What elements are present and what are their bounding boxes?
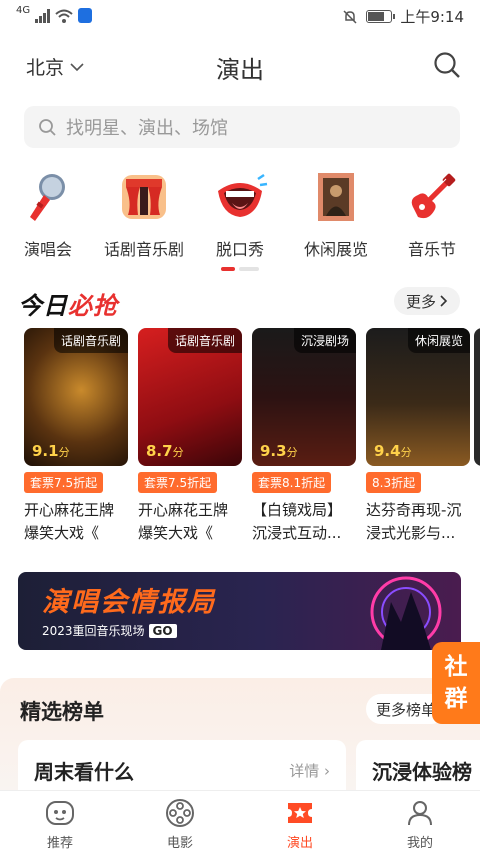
- tab-label: 推荐: [46, 836, 73, 851]
- search-field-icon: [39, 119, 56, 136]
- promo-banner[interactable]: 演唱会情报局 2023重回音乐现场 GO: [18, 572, 461, 650]
- deal-tag: 话剧音乐剧: [53, 328, 128, 353]
- film-reel-icon: [163, 797, 197, 829]
- shield-icon: [78, 8, 93, 23]
- deal-tag: 话剧音乐剧: [167, 328, 242, 353]
- deal-tag: 休闲展览: [407, 328, 470, 353]
- laughing-mouth-icon: [211, 168, 269, 226]
- category-concert[interactable]: 演唱会: [4, 168, 92, 260]
- category-label: 音乐节: [407, 240, 456, 259]
- deal-score: 9.1分: [32, 442, 70, 460]
- deal-title: 开心麻花王牌 爆笑大戏《: [24, 501, 115, 542]
- deal-badge: 套票7.5折起: [24, 472, 104, 493]
- deals-header: 今日必抢 更多: [18, 286, 466, 320]
- deal-title: 达芬奇再现-沉 浸式光影与...: [366, 501, 462, 542]
- wifi-icon: [55, 9, 73, 23]
- category-row: 演唱会 话剧音乐剧 脱口秀 休闲展览 音乐节: [0, 168, 480, 264]
- tab-show[interactable]: 演出: [260, 797, 340, 851]
- ticket-icon: [283, 797, 317, 829]
- category-talkshow[interactable]: 脱口秀: [196, 168, 284, 260]
- tab-label: 电影: [166, 836, 193, 851]
- network-type: 4G: [16, 5, 31, 16]
- community-label: 社: [444, 654, 468, 680]
- electric-guitar-icon: [403, 168, 461, 226]
- deal-card[interactable]: 话剧音乐剧 9.1分 套票7.5折起 开心麻花王牌 爆笑大戏《: [24, 328, 128, 545]
- search-input[interactable]: 找明星、演出、场馆: [24, 106, 460, 148]
- deal-badge: 套票7.5折起: [138, 472, 218, 493]
- tab-label: 演出: [286, 836, 313, 851]
- ranking-card-detail[interactable]: 详情 ›: [289, 760, 330, 781]
- deals-more-button[interactable]: 更多: [393, 287, 460, 315]
- page-title: 演出: [216, 56, 264, 84]
- chevron-right-icon: [440, 295, 448, 307]
- top-header: 北京 演出: [0, 34, 480, 96]
- deal-cards: 话剧音乐剧 9.1分 套票7.5折起 开心麻花王牌 爆笑大戏《 话剧音乐剧 8.7…: [24, 328, 480, 548]
- signal-icon: [35, 8, 51, 23]
- category-label: 话剧音乐剧: [103, 240, 184, 259]
- banner-subtitle: 2023重回音乐现场: [42, 624, 145, 638]
- category-drama[interactable]: 话剧音乐剧: [100, 168, 188, 260]
- search-icon[interactable]: [432, 50, 462, 80]
- deal-title: 开心麻花王牌 爆笑大戏《: [138, 501, 229, 542]
- deal-card[interactable]: 休闲展览 9.4分 8.3折起 达芬奇再现-沉 浸式光影与...: [366, 328, 470, 545]
- more-label: 更多: [405, 292, 436, 311]
- category-music-festival[interactable]: 音乐节: [388, 168, 476, 260]
- tab-label: 我的: [406, 836, 433, 851]
- deals-logo: 今日必抢: [18, 292, 118, 320]
- deal-poster: 话剧音乐剧 9.1分: [24, 328, 128, 466]
- tab-movie[interactable]: 电影: [140, 797, 220, 851]
- app-screen: 4G 上午9:14 北京 演出 找明星、演出、场馆 演唱会 话剧音乐剧 脱口秀 …: [0, 0, 480, 853]
- deal-score: 9.4分: [374, 442, 412, 460]
- deal-poster: 话剧音乐剧 8.7分: [138, 328, 242, 466]
- deal-poster: 沉浸剧场 9.3分: [252, 328, 356, 466]
- deal-score: 8.7分: [146, 442, 184, 460]
- painting-frame-icon: [307, 168, 365, 226]
- category-label: 脱口秀: [215, 240, 264, 259]
- community-label: 群: [444, 686, 468, 712]
- deal-card-partial[interactable]: [474, 328, 480, 466]
- status-left: 4G: [16, 5, 93, 23]
- ranking-title: 精选榜单: [20, 700, 104, 724]
- deal-card[interactable]: 沉浸剧场 9.3分 套票8.1折起 【白镜戏局】 沉浸式互动...: [252, 328, 356, 545]
- microphone-icon: [19, 168, 77, 226]
- tab-recommend[interactable]: 推荐: [20, 797, 100, 851]
- theater-curtain-icon: [115, 168, 173, 226]
- category-page-indicator: [221, 267, 259, 271]
- banner-art: [370, 576, 442, 650]
- person-icon: [403, 797, 437, 829]
- deal-score: 9.3分: [260, 442, 298, 460]
- mute-bell-icon: [343, 9, 357, 24]
- banner-title: 演唱会情报局: [42, 587, 216, 618]
- deal-tag: 沉浸剧场: [293, 328, 356, 353]
- banner-subtitle-row: 2023重回音乐现场 GO: [42, 622, 177, 639]
- community-floating-button[interactable]: 社 群: [432, 642, 480, 724]
- status-bar: 4G 上午9:14: [0, 0, 480, 34]
- tab-mine[interactable]: 我的: [380, 797, 460, 851]
- category-label: 演唱会: [23, 240, 72, 259]
- deal-badge: 套票8.1折起: [252, 472, 332, 493]
- deal-poster: 休闲展览 9.4分: [366, 328, 470, 466]
- clock: 上午9:14: [400, 8, 464, 26]
- deal-badge: 8.3折起: [366, 472, 422, 493]
- ranking-card-title: 周末看什么: [34, 760, 134, 784]
- battery-icon: [366, 10, 396, 23]
- deal-poster: [474, 328, 480, 466]
- ranking-section: 精选榜单 更多榜单 周末看什么 详情 › 沉浸体验榜: [0, 678, 480, 800]
- status-right: 上午9:14: [342, 6, 464, 27]
- deal-card[interactable]: 话剧音乐剧 8.7分 套票7.5折起 开心麻花王牌 爆笑大戏《: [138, 328, 242, 545]
- deal-title: 【白镜戏局】 沉浸式互动...: [252, 501, 343, 542]
- bottom-tab-bar: 推荐 电影 演出 我的: [0, 790, 480, 853]
- category-exhibition[interactable]: 休闲展览: [292, 168, 380, 260]
- banner-go-button[interactable]: GO: [148, 623, 177, 638]
- ranking-card-title: 沉浸体验榜: [372, 760, 472, 784]
- robot-face-icon: [43, 797, 77, 829]
- search-placeholder: 找明星、演出、场馆: [66, 118, 228, 139]
- category-label: 休闲展览: [303, 240, 368, 259]
